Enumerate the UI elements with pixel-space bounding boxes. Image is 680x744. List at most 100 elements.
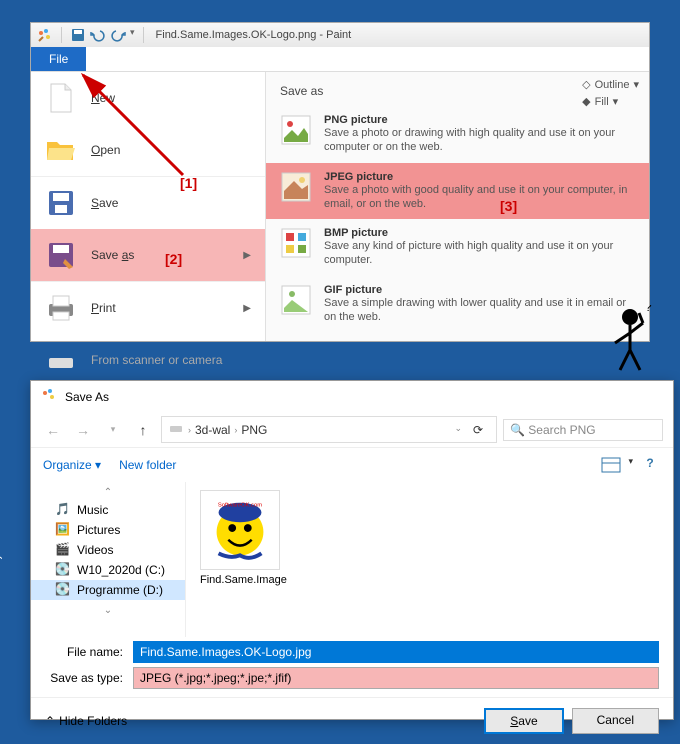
stickman-graphic: ? <box>605 305 655 375</box>
nav-up-button[interactable]: ↑ <box>131 418 155 442</box>
svg-text:SoftwareOK.com: SoftwareOK.com <box>218 503 262 509</box>
help-icon[interactable]: ? <box>639 456 661 474</box>
annotation-2: [2] <box>165 251 182 267</box>
folder-tree: ⌃ 🎵Music 🖼️Pictures 🎬Videos 💽W10_2020d (… <box>31 482 186 637</box>
printer-icon <box>45 292 77 324</box>
saveas-option-desc: Save a photo with good quality and use i… <box>324 183 635 212</box>
submenu-arrow-icon: ▶ <box>243 250 251 261</box>
outline-tool[interactable]: ◇Outline ▾ <box>582 78 639 91</box>
gif-file-icon <box>280 284 312 316</box>
saveas-bmp[interactable]: BMP pictureSave any kind of picture with… <box>266 219 649 276</box>
save-as-submenu: Save as PNG pictureSave a photo or drawi… <box>266 72 649 341</box>
menu-save-as[interactable]: Save as ▶ <box>31 229 265 281</box>
save-floppy-icon <box>45 187 77 219</box>
saveas-jpeg[interactable]: JPEG pictureSave a photo with good quali… <box>266 163 649 220</box>
file-thumbnail[interactable]: SoftwareOK.com Find.Same.Image <box>200 490 287 586</box>
saveas-option-desc: Save a photo or drawing with high qualit… <box>324 126 635 155</box>
png-file-icon <box>280 114 312 146</box>
file-menu: New Open Save Save as ▶ Print ▶ <box>31 72 266 341</box>
scanner-icon <box>45 344 77 376</box>
paint-app-icon <box>37 27 53 43</box>
fill-icon: ◆ <box>582 95 590 108</box>
view-dropdown-icon[interactable]: ▾ <box>628 456 633 474</box>
bmp-file-icon <box>280 227 312 259</box>
jpeg-file-icon <box>280 171 312 203</box>
tree-videos[interactable]: 🎬Videos <box>31 540 185 560</box>
saveas-option-title: BMP picture <box>324 227 635 239</box>
chevron-up-icon: ⌃ <box>45 714 55 728</box>
address-bar[interactable]: › 3d-wal › PNG ⌄ ⟳ <box>161 416 497 443</box>
save-as-dialog: Save As ← → ▾ ↑ › 3d-wal › PNG ⌄ ⟳ Searc… <box>30 380 674 720</box>
saveas-png[interactable]: PNG pictureSave a photo or drawing with … <box>266 106 649 163</box>
cancel-button[interactable]: Cancel <box>572 708 659 734</box>
filetype-select[interactable]: JPEG (*.jpg;*.jpeg;*.jpe;*.jfif) <box>133 667 659 689</box>
nav-forward-button: → <box>71 418 95 442</box>
save-as-icon <box>45 239 77 271</box>
paint-app-window: ▾ Find.Same.Images.OK-Logo.png - Paint F… <box>30 22 650 342</box>
hide-folders-button[interactable]: ⌃ Hide Folders <box>45 714 127 728</box>
window-title: Find.Same.Images.OK-Logo.png - Paint <box>156 29 352 41</box>
annotation-1: [1] <box>180 175 197 191</box>
fill-tool[interactable]: ◆Fill ▾ <box>582 95 639 108</box>
annotation-3: [3] <box>500 198 517 214</box>
new-folder-button[interactable]: New folder <box>119 458 176 472</box>
filename-input[interactable]: Find.Same.Images.OK-Logo.jpg <box>133 641 659 663</box>
open-folder-icon <box>45 134 77 166</box>
refresh-icon[interactable]: ⟳ <box>466 423 490 437</box>
scroll-up-icon[interactable]: ⌃ <box>104 487 112 498</box>
submenu-arrow-icon: ▶ <box>243 303 251 314</box>
breadcrumb-segment[interactable]: PNG <box>241 423 267 437</box>
ribbon-right-tools: ◇Outline ▾ ◆Fill ▾ <box>582 78 639 108</box>
scroll-down-icon[interactable]: ⌄ <box>104 605 112 616</box>
nav-dropdown-icon[interactable]: ▾ <box>101 418 125 442</box>
search-input[interactable]: Search PNG <box>503 419 663 441</box>
drive-icon: 💽 <box>55 562 71 578</box>
organize-button[interactable]: Organize ▾ <box>43 458 101 472</box>
menu-print[interactable]: Print ▶ <box>31 281 265 334</box>
menu-open[interactable]: Open <box>31 124 265 176</box>
file-list-area[interactable]: SoftwareOK.com Find.Same.Image <box>186 482 673 637</box>
file-tab[interactable]: File <box>31 47 86 71</box>
redo-icon[interactable] <box>110 27 126 43</box>
dialog-title-bar: Save As <box>31 381 673 412</box>
view-mode-icon[interactable] <box>600 456 622 474</box>
dialog-title: Save As <box>65 390 109 404</box>
menu-scanner: From scanner or camera <box>31 334 265 386</box>
saveas-option-title: GIF picture <box>324 284 635 296</box>
menu-new[interactable]: New <box>31 72 265 124</box>
filetype-label: Save as type: <box>45 671 123 685</box>
breadcrumb-segment[interactable]: 3d-wal <box>195 423 230 437</box>
chevron-right-icon[interactable]: › <box>234 425 237 435</box>
menu-save[interactable]: Save <box>31 176 265 229</box>
saveas-option-title: JPEG picture <box>324 171 635 183</box>
thumbnail-image: SoftwareOK.com <box>200 490 280 570</box>
tree-drive-c[interactable]: 💽W10_2020d (C:) <box>31 560 185 580</box>
save-icon[interactable] <box>70 27 86 43</box>
music-icon: 🎵 <box>55 502 71 518</box>
nav-back-button[interactable]: ← <box>41 418 65 442</box>
drive-icon: 💽 <box>55 582 71 598</box>
tree-drive-d[interactable]: 💽Programme (D:) <box>31 580 185 600</box>
sidebar-watermark-text: www.SoftwareOK.com :-) <box>0 555 2 711</box>
thumbnail-filename: Find.Same.Image <box>200 574 287 586</box>
tree-pictures[interactable]: 🖼️Pictures <box>31 520 185 540</box>
save-button[interactable]: Save <box>484 708 563 734</box>
saveas-gif[interactable]: GIF pictureSave a simple drawing with lo… <box>266 276 649 333</box>
svg-text:?: ? <box>645 305 652 314</box>
tree-music[interactable]: 🎵Music <box>31 500 185 520</box>
videos-icon: 🎬 <box>55 542 71 558</box>
filename-label: File name: <box>45 645 123 659</box>
saveas-option-desc: Save a simple drawing with lower quality… <box>324 296 635 325</box>
paint-app-icon <box>41 387 57 406</box>
chevron-right-icon[interactable]: › <box>188 425 191 435</box>
drive-icon <box>168 420 184 439</box>
addr-dropdown-icon[interactable]: ⌄ <box>454 423 462 437</box>
outline-icon: ◇ <box>582 78 590 91</box>
saveas-option-desc: Save any kind of picture with high quali… <box>324 239 635 268</box>
saveas-option-title: PNG picture <box>324 114 635 126</box>
title-bar: ▾ Find.Same.Images.OK-Logo.png - Paint <box>31 23 649 47</box>
new-file-icon <box>45 82 77 114</box>
pictures-icon: 🖼️ <box>55 522 71 538</box>
undo-icon[interactable] <box>90 27 106 43</box>
qat-dropdown-icon[interactable]: ▾ <box>130 27 135 43</box>
